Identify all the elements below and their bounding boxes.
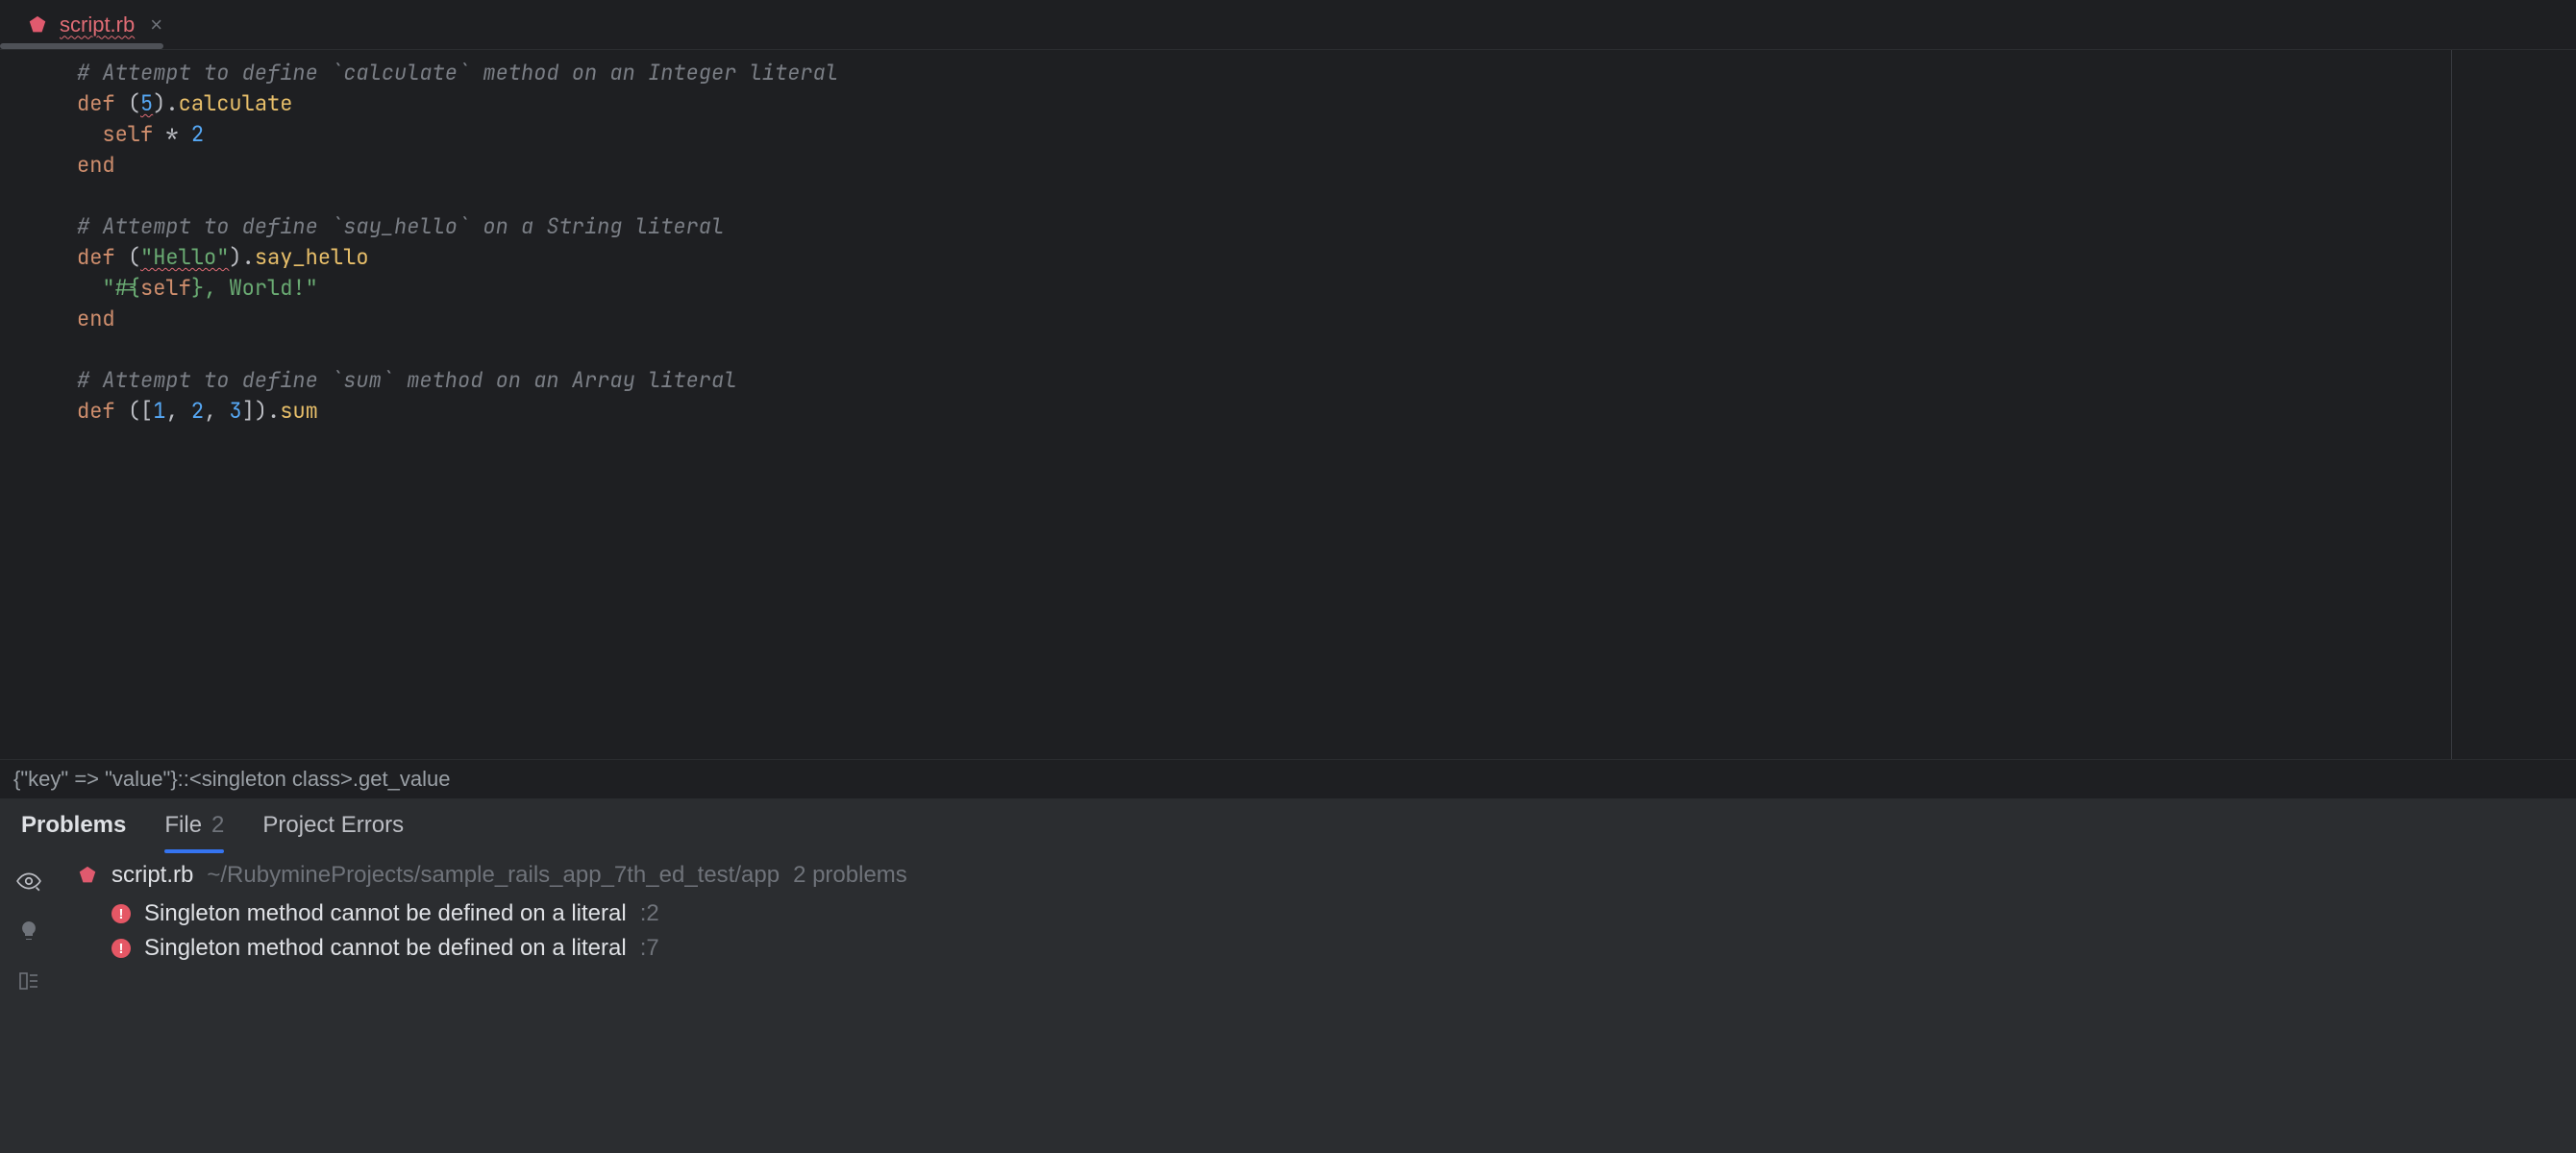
- paren: (: [128, 89, 140, 117]
- paren: (: [128, 243, 140, 271]
- number: 2: [191, 397, 204, 425]
- editor-gutter: [0, 50, 77, 759]
- problems-file-path: ~/RubymineProjects/sample_rails_app_7th_…: [207, 862, 780, 889]
- problems-file-count: 2 problems: [793, 862, 907, 889]
- problems-panel: Problems File 2 Project Errors script.rb: [0, 797, 2576, 1153]
- tab-file[interactable]: File 2: [164, 798, 224, 852]
- tab-label: Problems: [21, 812, 126, 839]
- editor-area: # Attempt to define `calculate` method o…: [0, 50, 2576, 759]
- literal-5: 5: [140, 89, 153, 117]
- editor-tab-script-rb[interactable]: script.rb ×: [8, 0, 186, 49]
- ruby-file-icon: [27, 14, 48, 36]
- kw-def: def: [77, 397, 115, 425]
- method-name: say_hello: [255, 243, 369, 271]
- error-icon: !: [111, 904, 131, 923]
- breadcrumb-bar[interactable]: {"key" => "value"}::<singleton class>.ge…: [0, 759, 2576, 797]
- number: 3: [229, 397, 241, 425]
- code-line: # Attempt to define `calculate` method o…: [77, 59, 838, 86]
- problems-file-name: script.rb: [111, 862, 193, 889]
- problems-toolbar: [0, 852, 58, 1153]
- editor-tab-filename: script.rb: [60, 12, 135, 37]
- tab-label: File: [164, 812, 202, 839]
- kw-end: end: [77, 305, 115, 332]
- problems-panel-tabs: Problems File 2 Project Errors: [0, 798, 2576, 852]
- tab-project-errors[interactable]: Project Errors: [262, 798, 404, 852]
- editor-minimap[interactable]: [2451, 50, 2576, 759]
- method-name: calculate: [179, 89, 293, 117]
- kw-end: end: [77, 151, 115, 179]
- paren: ([: [128, 397, 153, 425]
- comma: ,: [204, 397, 229, 425]
- problem-item[interactable]: ! Singleton method cannot be defined on …: [77, 896, 2557, 931]
- kw-self: self: [102, 120, 153, 148]
- tab-scrollbar[interactable]: [0, 43, 163, 49]
- lightbulb-icon[interactable]: [13, 916, 44, 946]
- editor-code[interactable]: # Attempt to define `calculate` method o…: [77, 50, 2451, 759]
- literal-hello: "Hello": [140, 243, 229, 271]
- problem-message: Singleton method cannot be defined on a …: [144, 900, 627, 927]
- code-line: # Attempt to define `say_hello` on a Str…: [77, 212, 724, 240]
- paren: ]).: [242, 397, 281, 425]
- tab-count: 2: [211, 812, 224, 839]
- number: 1: [153, 397, 165, 425]
- error-icon: !: [111, 939, 131, 958]
- number: 2: [191, 120, 204, 148]
- string: }, World!": [191, 274, 318, 302]
- kw-self: self: [140, 274, 191, 302]
- string: "#{: [102, 274, 140, 302]
- eye-icon[interactable]: [13, 866, 44, 896]
- problem-location: :7: [640, 935, 659, 962]
- problem-message: Singleton method cannot be defined on a …: [144, 935, 627, 962]
- close-tab-icon[interactable]: ×: [146, 12, 166, 37]
- tab-label: Project Errors: [262, 812, 404, 839]
- paren: ).: [153, 89, 178, 117]
- problems-file-header[interactable]: script.rb ~/RubymineProjects/sample_rail…: [77, 862, 2557, 889]
- problems-panel-body: script.rb ~/RubymineProjects/sample_rail…: [0, 852, 2576, 1153]
- problem-location: :2: [640, 900, 659, 927]
- paren: ).: [229, 243, 254, 271]
- editor-tab-bar: script.rb ×: [0, 0, 2576, 50]
- method-name: sum: [280, 397, 318, 425]
- kw-def: def: [77, 89, 115, 117]
- layout-icon[interactable]: [13, 966, 44, 996]
- tab-problems[interactable]: Problems: [21, 798, 126, 852]
- kw-def: def: [77, 243, 115, 271]
- code-line: # Attempt to define `sum` method on an A…: [77, 366, 736, 394]
- problems-list: script.rb ~/RubymineProjects/sample_rail…: [58, 852, 2576, 1153]
- ruby-file-icon: [77, 865, 98, 886]
- op: *: [153, 120, 191, 148]
- problem-item[interactable]: ! Singleton method cannot be defined on …: [77, 931, 2557, 966]
- comma: ,: [165, 397, 190, 425]
